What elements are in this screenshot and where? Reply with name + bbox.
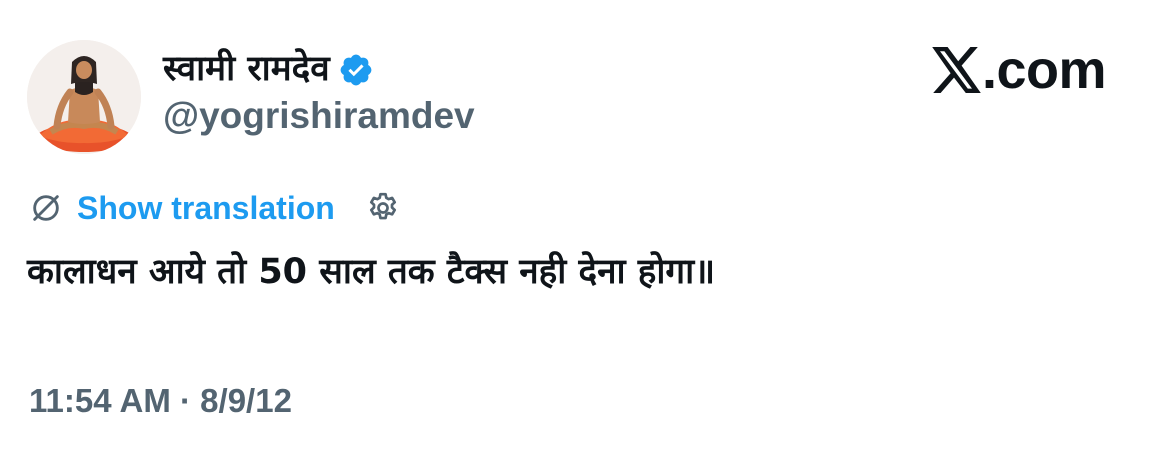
x-logo-icon: [930, 45, 982, 95]
person-meditating-avatar: [27, 40, 141, 154]
author-display-name[interactable]: स्वामी रामदेव: [163, 44, 330, 94]
brand-text: .com: [982, 40, 1107, 100]
author-name-row[interactable]: स्वामी रामदेव: [163, 44, 374, 94]
brand-watermark: .com: [930, 38, 1107, 102]
tweet-timestamp[interactable]: 11:54 AM · 8/9/12: [29, 378, 292, 424]
author-handle[interactable]: @yogrishiramdev: [163, 93, 475, 139]
translate-icon: [29, 191, 63, 225]
tweet-text: कालाधन आये तो 50 साल तक टैक्स नही देना ह…: [27, 252, 716, 292]
show-translation-link[interactable]: Show translation: [77, 186, 335, 230]
translation-row: Show translation: [29, 186, 401, 230]
avatar[interactable]: [27, 40, 141, 154]
verified-badge-icon[interactable]: [338, 52, 374, 88]
gear-icon[interactable]: [365, 190, 401, 226]
